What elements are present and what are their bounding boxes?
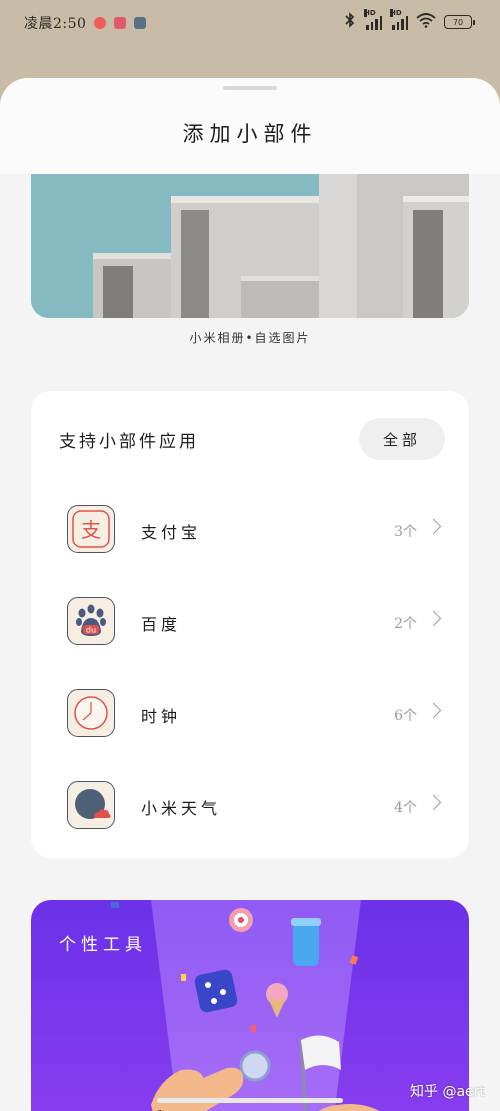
photo-widget-preview[interactable] bbox=[31, 158, 469, 318]
sheet-header: 添加小部件 bbox=[0, 78, 500, 174]
chevron-right-icon bbox=[425, 794, 442, 811]
status-bar: 凌晨2:50 HD HD 70 bbox=[0, 0, 500, 48]
chevron-right-icon bbox=[425, 610, 442, 627]
chevron-right-icon bbox=[425, 518, 442, 535]
app-row-weather[interactable]: 小米天气 4个 bbox=[31, 771, 469, 841]
notification-app-icon bbox=[114, 17, 127, 29]
app-name: 支付宝 bbox=[141, 523, 202, 542]
wifi-icon bbox=[416, 12, 436, 32]
add-widget-sheet: 小米相册•自选图片 添加小部件 支持小部件应用 全部 支 支付宝 3个 du 百… bbox=[0, 78, 500, 1111]
svg-text:支: 支 bbox=[81, 518, 101, 542]
photo-widget-caption: 小米相册•自选图片 bbox=[189, 331, 311, 345]
chevron-right-icon bbox=[425, 702, 442, 719]
app-name: 百度 bbox=[141, 615, 182, 634]
app-name: 小米天气 bbox=[141, 799, 222, 818]
watermark: 知乎 @aert bbox=[410, 1084, 485, 1100]
personal-tools-card[interactable]: 个性工具 bbox=[31, 900, 469, 1111]
status-right: HD HD 70 bbox=[344, 9, 475, 32]
home-indicator[interactable] bbox=[157, 1098, 343, 1103]
alipay-icon: 支 bbox=[67, 505, 115, 553]
clock-icon bbox=[67, 689, 115, 737]
photo-widget-image bbox=[31, 158, 469, 318]
svg-text:du: du bbox=[86, 626, 96, 635]
hd-label: HD bbox=[364, 9, 376, 17]
status-left: 凌晨2:50 bbox=[24, 13, 147, 33]
baidu-icon: du bbox=[67, 597, 115, 645]
weather-icon bbox=[67, 781, 115, 829]
drag-handle[interactable] bbox=[223, 86, 277, 90]
supported-apps-card: 支持小部件应用 全部 支 支付宝 3个 du 百度 2个 时钟 6个 小米天气 … bbox=[31, 391, 469, 858]
widget-count: 2个 bbox=[394, 616, 417, 632]
notification-app-icon bbox=[94, 17, 107, 29]
battery-icon: 70 bbox=[444, 15, 475, 29]
notification-app-icon bbox=[134, 17, 147, 29]
app-row-alipay[interactable]: 支 支付宝 3个 bbox=[31, 495, 469, 565]
widget-count: 4个 bbox=[394, 800, 417, 816]
app-name: 时钟 bbox=[141, 707, 182, 726]
section-title: 个性工具 bbox=[59, 935, 147, 955]
section-title: 支持小部件应用 bbox=[59, 432, 199, 452]
widget-count: 3个 bbox=[394, 524, 417, 540]
app-row-clock[interactable]: 时钟 6个 bbox=[31, 679, 469, 749]
cellular-signal-icon: HD bbox=[364, 9, 382, 30]
hd-label: HD bbox=[390, 9, 402, 17]
status-time: 凌晨2:50 bbox=[24, 16, 87, 32]
all-button[interactable]: 全部 bbox=[359, 418, 445, 460]
widget-count: 6个 bbox=[394, 708, 417, 724]
bluetooth-icon bbox=[344, 12, 356, 32]
app-row-baidu[interactable]: du 百度 2个 bbox=[31, 587, 469, 657]
sheet-title: 添加小部件 bbox=[182, 122, 318, 146]
cellular-signal-icon: HD bbox=[390, 9, 408, 30]
